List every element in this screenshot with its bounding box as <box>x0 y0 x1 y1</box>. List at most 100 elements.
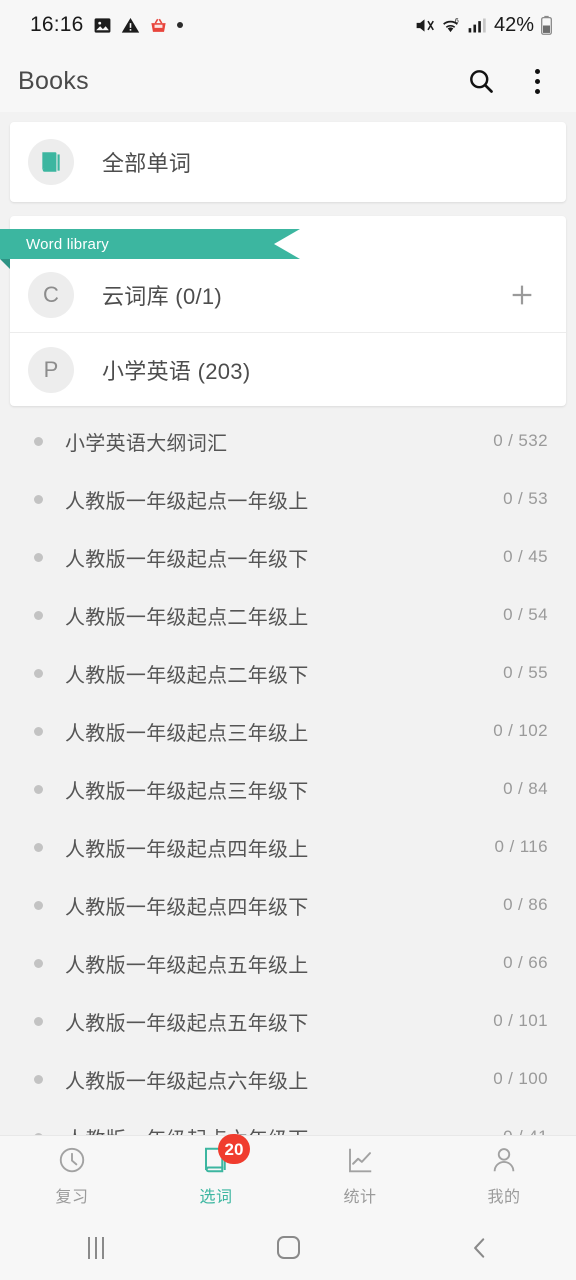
bullet-icon <box>34 842 43 852</box>
book-count: 0 / 55 <box>503 663 548 682</box>
person-icon <box>487 1144 521 1176</box>
bullet-icon <box>34 784 43 794</box>
tab-profile[interactable]: 我的 <box>432 1144 576 1207</box>
more-vertical-icon[interactable] <box>524 64 550 98</box>
book-list-item[interactable]: 人教版一年级起点四年级下 0 / 86 <box>0 876 576 934</box>
warning-triangle-icon <box>121 16 140 35</box>
cellular-signal-icon <box>466 15 487 36</box>
book-list-item[interactable]: 小学英语大纲词汇 0 / 532 <box>0 412 576 470</box>
chart-line-icon <box>343 1144 377 1176</box>
book-list-item[interactable]: 人教版一年级起点一年级上 0 / 53 <box>0 470 576 528</box>
shopping-basket-icon <box>149 16 168 35</box>
book-list-item[interactable]: 人教版一年级起点四年级上 0 / 116 <box>0 818 576 876</box>
book-name: 人教版一年级起点四年级下 <box>65 896 309 919</box>
search-icon[interactable] <box>464 64 498 98</box>
book-list-item[interactable]: 人教版一年级起点一年级下 0 / 45 <box>0 528 576 586</box>
home-icon[interactable] <box>192 1236 384 1259</box>
book-list: 小学英语大纲词汇 0 / 532 人教版一年级起点一年级上 0 / 53 人教版… <box>0 412 576 1135</box>
book-list-item[interactable]: 人教版一年级起点二年级上 0 / 54 <box>0 586 576 644</box>
book-count: 0 / 53 <box>503 489 548 508</box>
mute-icon <box>414 15 435 36</box>
book-count: 0 / 45 <box>503 547 548 566</box>
book-list-item[interactable]: 人教版一年级起点六年级下 0 / 41 <box>0 1108 576 1135</box>
book-icon: 20 <box>199 1134 250 1176</box>
avatar: C <box>28 272 74 318</box>
book-count: 0 / 66 <box>503 953 548 972</box>
book-count: 0 / 102 <box>493 721 548 740</box>
library-row-label: 小学英语 (203) <box>102 358 251 384</box>
bullet-icon <box>34 668 43 678</box>
all-words-card[interactable]: 全部单词 <box>10 122 566 202</box>
book-count: 0 / 54 <box>503 605 548 624</box>
clock-icon <box>55 1144 89 1176</box>
library-row-cloud[interactable]: C 云词库 (0/1) <box>10 258 566 332</box>
system-nav-bar <box>0 1215 576 1280</box>
avatar-letter: C <box>43 282 59 307</box>
book-name: 人教版一年级起点三年级下 <box>65 780 309 803</box>
book-name: 小学英语大纲词汇 <box>65 432 228 455</box>
photo-icon <box>93 16 112 35</box>
battery-icon <box>539 15 554 36</box>
bullet-icon <box>34 1016 43 1026</box>
library-row-label: 云词库 (0/1) <box>102 284 223 309</box>
library-row-primary-english[interactable]: P 小学英语 (203) <box>10 332 566 406</box>
book-name: 人教版一年级起点四年级上 <box>65 838 309 861</box>
bullet-icon <box>34 494 43 504</box>
avatar-letter: P <box>43 356 59 382</box>
book-name: 人教版一年级起点五年级下 <box>65 1012 309 1035</box>
recents-icon[interactable] <box>0 1236 192 1259</box>
back-icon[interactable] <box>384 1235 576 1261</box>
book-name: 人教版一年级起点六年级下 <box>65 1123 503 1136</box>
tab-label: 选词 <box>199 1189 233 1206</box>
avatar: P <box>28 346 74 393</box>
book-name: 人教版一年级起点二年级下 <box>65 664 309 687</box>
book-count: 0 / 116 <box>494 837 548 856</box>
bullet-icon <box>34 436 43 446</box>
bullet-icon <box>34 610 43 620</box>
book-list-item[interactable]: 人教版一年级起点六年级上 0 / 100 <box>0 1050 576 1108</box>
book-list-item[interactable]: 人教版一年级起点五年级下 0 / 101 <box>0 992 576 1050</box>
status-bar-left: 16:16 <box>30 13 414 37</box>
all-words-label: 全部单词 <box>102 151 192 176</box>
battery-percent: 42% <box>493 13 534 36</box>
header-actions <box>464 64 550 98</box>
bullet-icon <box>34 900 43 910</box>
tab-review[interactable]: 复习 <box>0 1144 144 1207</box>
book-name: 人教版一年级起点一年级上 <box>65 490 309 513</box>
bullet-icon <box>34 726 43 736</box>
status-bar-right: 6 42% <box>414 14 554 37</box>
book-icon <box>28 139 74 185</box>
svg-text:6: 6 <box>455 17 459 24</box>
word-library-ribbon-label: Word library <box>0 229 300 259</box>
book-count: 0 / 41 <box>503 1127 548 1135</box>
book-count: 0 / 532 <box>493 431 548 450</box>
book-count: 0 / 100 <box>493 1069 548 1088</box>
bottom-tab-bar: 复习 20 选词 统计 我的 <box>0 1134 576 1215</box>
book-count: 0 / 101 <box>493 1011 548 1030</box>
book-name: 人教版一年级起点二年级上 <box>65 606 309 629</box>
book-name: 人教版一年级起点五年级上 <box>65 954 309 977</box>
app-header: Books <box>0 50 576 112</box>
bullet-icon <box>34 958 43 968</box>
wifi-icon: 6 <box>440 15 461 36</box>
book-list-item[interactable]: 人教版一年级起点二年级下 0 / 55 <box>0 644 576 702</box>
content-scroll-area[interactable]: 全部单词 Word library C 云词库 (0/1) P 小学英语 (20… <box>0 112 576 1135</box>
book-name: 人教版一年级起点一年级下 <box>65 548 309 571</box>
tab-label: 复习 <box>55 1189 89 1206</box>
book-name: 人教版一年级起点三年级上 <box>65 722 309 745</box>
bullet-icon <box>34 1074 43 1084</box>
book-count: 0 / 84 <box>503 779 548 798</box>
plus-icon[interactable] <box>502 275 542 315</box>
word-library-ribbon: Word library <box>0 216 566 269</box>
status-time: 16:16 <box>30 13 84 36</box>
status-bar: 16:16 6 42% <box>0 0 576 50</box>
book-list-item[interactable]: 人教版一年级起点三年级上 0 / 102 <box>0 702 576 760</box>
tab-label: 我的 <box>487 1189 521 1206</box>
book-list-item[interactable]: 人教版一年级起点五年级上 0 / 66 <box>0 934 576 992</box>
tab-select-words[interactable]: 20 选词 <box>144 1134 288 1207</box>
book-name: 人教版一年级起点六年级上 <box>65 1070 309 1093</box>
book-list-item[interactable]: 人教版一年级起点三年级下 0 / 84 <box>0 760 576 818</box>
tab-label: 统计 <box>343 1189 377 1206</box>
book-count: 0 / 86 <box>503 895 548 914</box>
tab-statistics[interactable]: 统计 <box>288 1144 432 1207</box>
